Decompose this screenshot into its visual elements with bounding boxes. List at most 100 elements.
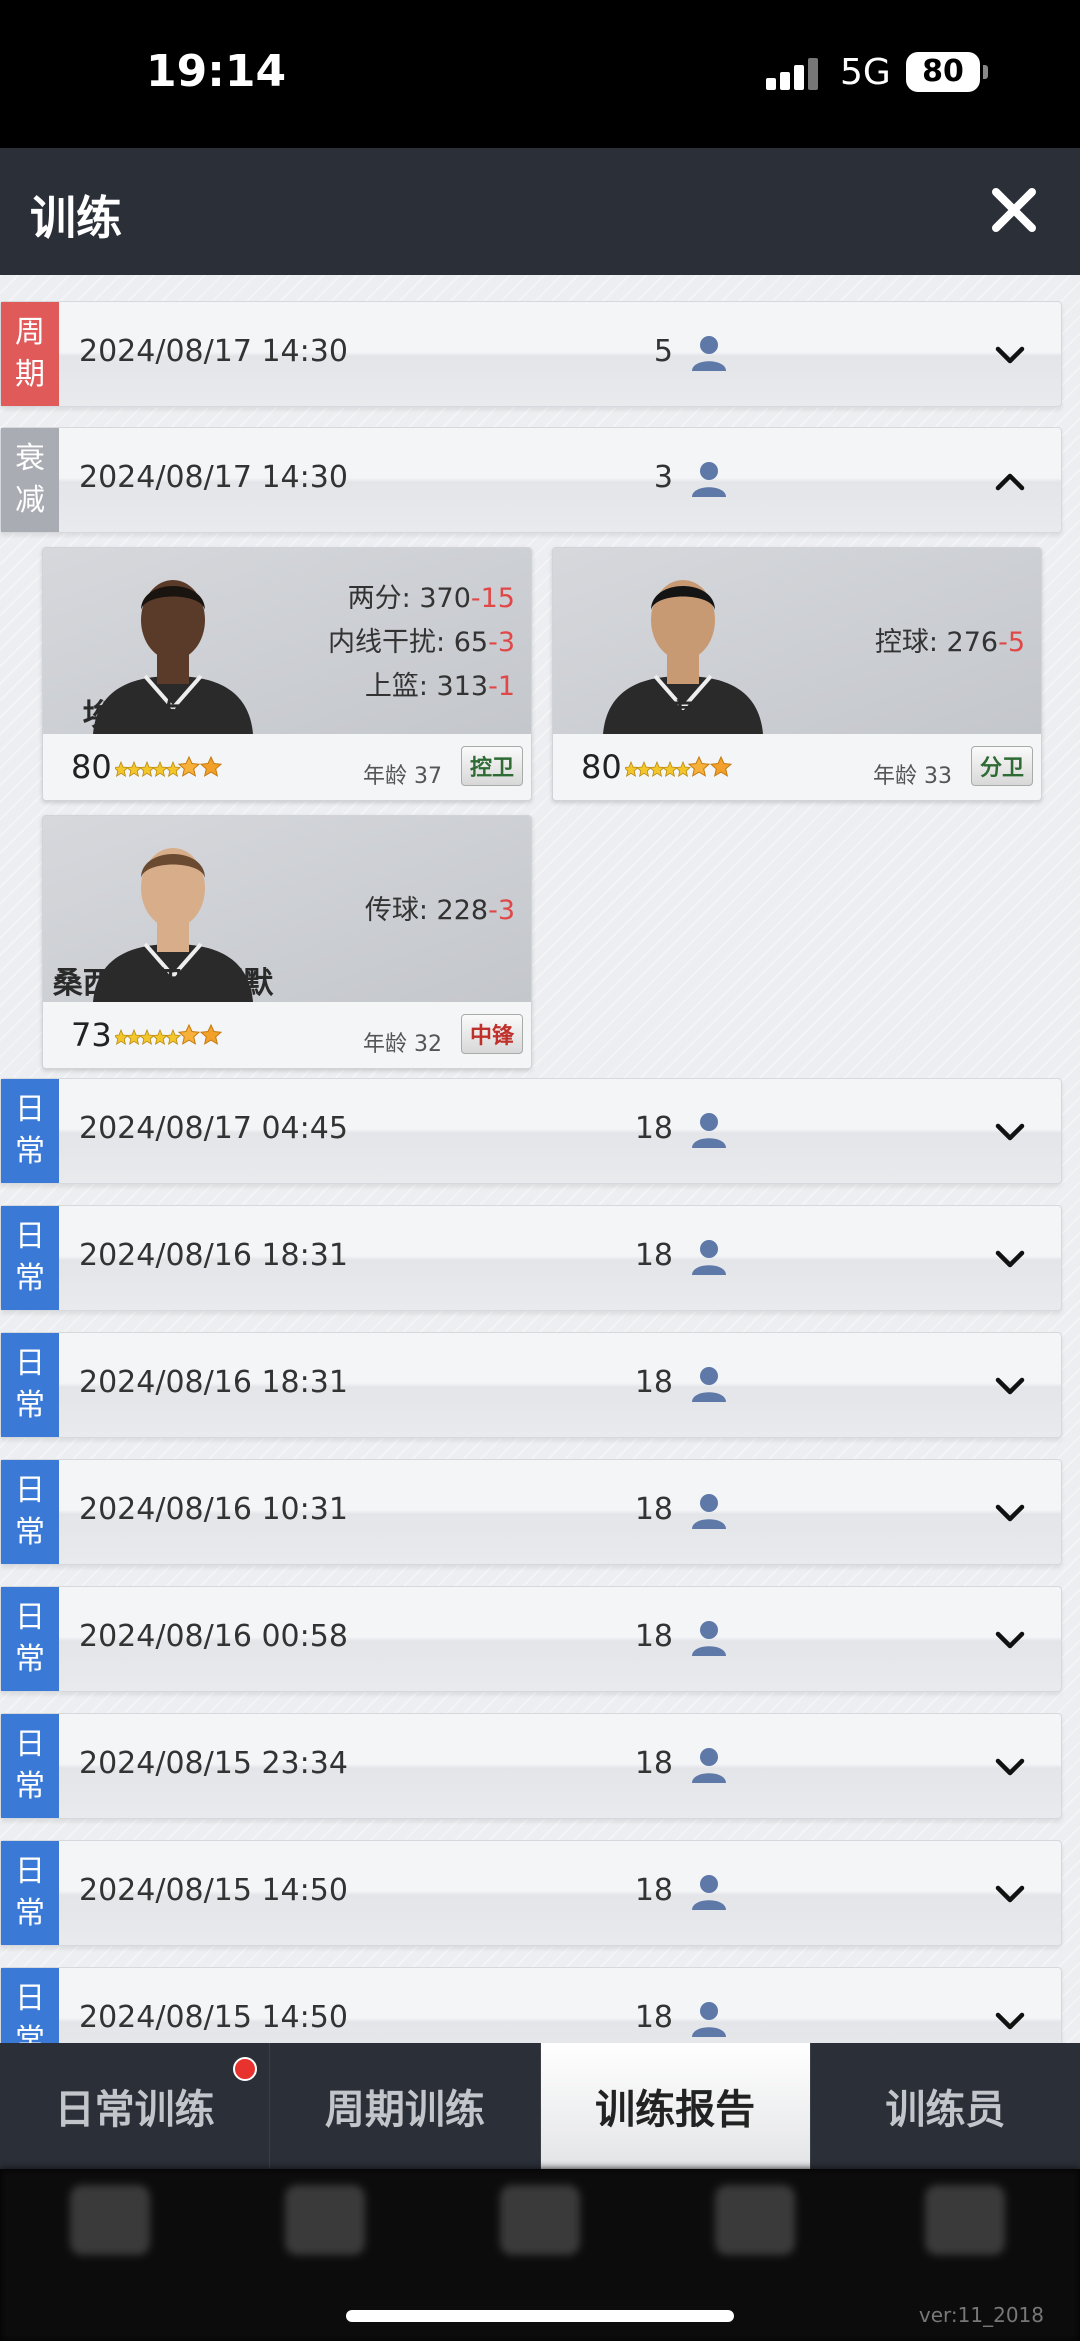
stat-delta: -15 (470, 583, 515, 614)
tab-training-report[interactable]: 训练报告 (539, 2043, 810, 2169)
report-date: 2024/08/17 14:30 (79, 334, 348, 369)
stat-value: 内线干扰: 65 (328, 627, 489, 658)
tag-char: 日 (15, 1727, 45, 1762)
report-row[interactable]: 日常 2024/08/16 18:31 18 (0, 1332, 1062, 1438)
tag-char: 日 (15, 1092, 45, 1127)
tag-char: 周 (15, 315, 45, 350)
card-bottom: 80 年龄 33 分卫 (553, 734, 1041, 800)
status-bar: 19:14 5G 80 (0, 0, 1080, 148)
network-type: 5G (840, 52, 891, 93)
tag-char: 常 (15, 1261, 45, 1296)
player-count: 18 (634, 1111, 673, 1146)
player-name: 埃文 坎贝尔 (82, 698, 244, 733)
report-type-tag: 日常 (1, 1841, 59, 1945)
page-title: 训练 (30, 191, 122, 245)
person-icon (692, 1621, 726, 1656)
star-rating-icon (115, 755, 223, 777)
chevron-down-icon[interactable] (993, 1115, 1027, 1149)
tag-char: 常 (15, 1769, 45, 1804)
position-badge: 控卫 (461, 746, 523, 786)
player-name: 桑西丁 伊吉厄默 (52, 966, 274, 1001)
report-date: 2024/08/16 00:58 (79, 1619, 348, 1654)
person-icon (692, 2002, 726, 2037)
tag-char: 日 (15, 1981, 45, 2016)
player-card[interactable]: 桑西丁 伊吉厄默 传球: 228-3 73 年龄 32 中锋 (42, 815, 532, 1069)
tag-char: 常 (15, 1642, 45, 1677)
report-row[interactable]: 日常 2024/08/16 18:31 18 (0, 1205, 1062, 1311)
signal-icon (766, 58, 818, 90)
stat-delta: -5 (998, 627, 1025, 658)
person-icon (692, 1240, 726, 1275)
player-count: 18 (634, 2000, 673, 2035)
report-row[interactable]: 日常 2024/08/15 23:34 18 (0, 1713, 1062, 1819)
report-date: 2024/08/15 14:50 (79, 2000, 348, 2035)
chevron-down-icon[interactable] (993, 1242, 1027, 1276)
tab-label: 周期训练 (324, 2087, 485, 2133)
version-label: ver:11_2018 (918, 2303, 1044, 2327)
home-indicator[interactable] (346, 2310, 734, 2322)
report-type-tag: 日常 (1, 1333, 59, 1437)
player-count: 18 (634, 1238, 673, 1273)
person-icon (692, 1367, 726, 1402)
close-icon[interactable] (982, 178, 1046, 242)
card-bottom: 80 年龄 37 控卫 (43, 734, 531, 800)
tag-char: 常 (15, 2023, 45, 2043)
tag-char: 日 (15, 1854, 45, 1889)
person-icon (692, 462, 726, 497)
report-type-tag: 日常 (1, 1460, 59, 1564)
tag-char: 日 (15, 1473, 45, 1508)
stat-change: 两分: 370-15 (348, 576, 515, 615)
report-row[interactable]: 日常 2024/08/17 04:45 18 (0, 1078, 1062, 1184)
position-badge: 中锋 (461, 1014, 523, 1054)
chevron-down-icon[interactable] (993, 1877, 1027, 1911)
chevron-up-icon[interactable] (993, 464, 1027, 498)
report-row[interactable]: 衰减 2024/08/17 14:30 3 (0, 427, 1062, 533)
card-bottom: 73 年龄 32 中锋 (43, 1002, 531, 1068)
player-rating: 80 (71, 748, 112, 786)
chevron-down-icon[interactable] (993, 1496, 1027, 1530)
player-count: 18 (634, 1873, 673, 1908)
battery-icon: 80 (906, 52, 988, 92)
tab-daily-training[interactable]: 日常训练 (0, 2043, 269, 2169)
chevron-down-icon[interactable] (993, 1623, 1027, 1657)
player-age: 年龄 32 (363, 1032, 442, 1057)
report-type-tag: 日常 (1, 1206, 59, 1310)
report-list[interactable]: 周期 2024/08/17 14:30 5 衰减 2024/08/17 14:30 3 日常… (0, 275, 1080, 2043)
app-header: 训练 (0, 148, 1080, 275)
player-rating: 80 (581, 748, 622, 786)
status-time: 19:14 (146, 46, 287, 97)
report-row[interactable]: 日常 2024/08/15 14:50 18 (0, 1967, 1062, 2043)
stat-change: 上篮: 313-1 (365, 664, 515, 703)
player-count: 18 (634, 1492, 673, 1527)
player-age: 年龄 37 (363, 764, 442, 789)
tag-char: 衰 (15, 441, 45, 476)
report-row[interactable]: 周期 2024/08/17 14:30 5 (0, 301, 1062, 407)
chevron-down-icon[interactable] (993, 1369, 1027, 1403)
tab-cycle-training[interactable]: 周期训练 (269, 2043, 539, 2169)
report-date: 2024/08/15 14:50 (79, 1873, 348, 1908)
chevron-down-icon[interactable] (993, 338, 1027, 372)
chevron-down-icon[interactable] (993, 1750, 1027, 1784)
player-card[interactable]: 埃文 坎贝尔 两分: 370-15 内线干扰: 65-3 上篮: 313-1 80 年龄 … (42, 547, 532, 801)
bottom-tab-bar: 日常训练 周期训练 训练报告 训练员 (0, 2043, 1080, 2169)
report-row[interactable]: 日常 2024/08/15 14:50 18 (0, 1840, 1062, 1946)
report-date: 2024/08/17 04:45 (79, 1111, 348, 1146)
tab-trainer[interactable]: 训练员 (809, 2043, 1080, 2169)
report-date: 2024/08/15 23:34 (79, 1746, 348, 1781)
player-age: 年龄 33 (873, 764, 952, 789)
chevron-down-icon[interactable] (993, 2004, 1027, 2038)
report-row[interactable]: 日常 2024/08/16 00:58 18 (0, 1586, 1062, 1692)
star-rating-icon (115, 1023, 223, 1045)
card-top: 胡 康晖 控球: 276-5 (553, 548, 1041, 734)
player-rating: 73 (71, 1016, 112, 1054)
card-top: 埃文 坎贝尔 两分: 370-15 内线干扰: 65-3 上篮: 313-1 (43, 548, 531, 734)
report-row[interactable]: 日常 2024/08/16 10:31 18 (0, 1459, 1062, 1565)
tag-char: 常 (15, 1515, 45, 1550)
player-card[interactable]: 胡 康晖 控球: 276-5 80 年龄 33 分卫 (552, 547, 1042, 801)
player-count: 18 (634, 1619, 673, 1654)
stat-value: 传球: 228 (364, 895, 489, 926)
stat-delta: -3 (488, 895, 515, 926)
tag-char: 日 (15, 1600, 45, 1635)
report-date: 2024/08/16 10:31 (79, 1492, 348, 1527)
stat-value: 两分: 370 (347, 583, 471, 614)
